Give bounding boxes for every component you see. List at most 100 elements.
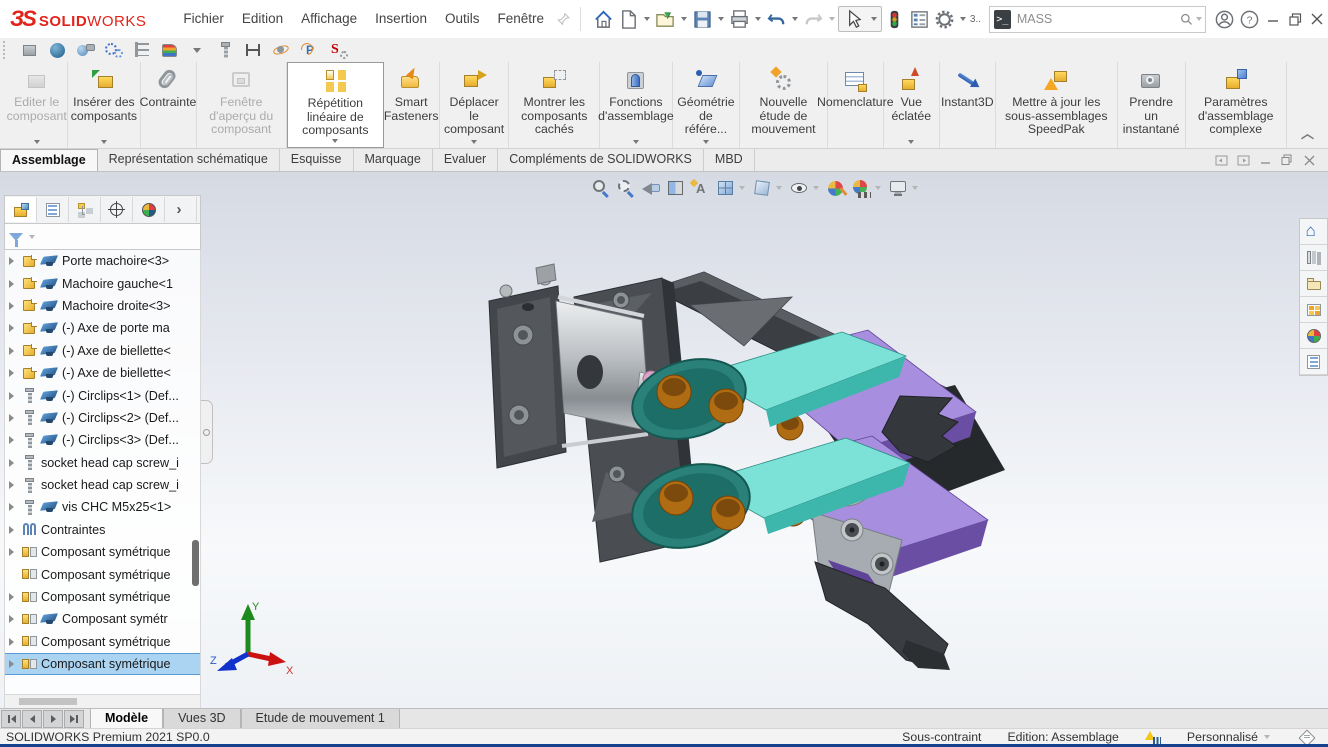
select-tool[interactable] bbox=[838, 6, 882, 32]
gears-icon[interactable] bbox=[103, 40, 125, 60]
hide-show-items-icon[interactable] bbox=[789, 178, 810, 199]
pane-left-icon[interactable] bbox=[1210, 152, 1232, 168]
expand-arrow-icon[interactable] bbox=[9, 526, 19, 534]
minimize-icon[interactable] bbox=[1262, 4, 1284, 34]
open-caret[interactable] bbox=[681, 17, 687, 21]
tree-item[interactable]: Composant symétrique bbox=[5, 631, 200, 653]
menu-item[interactable]: Fichier bbox=[174, 0, 233, 38]
command-tab[interactable]: Compléments de SOLIDWORKS bbox=[498, 149, 704, 171]
performance-warning-icon[interactable] bbox=[1145, 731, 1161, 744]
panel-splitter-handle[interactable] bbox=[201, 400, 213, 464]
ribbon-collapse-chevron[interactable]: ︿ bbox=[1287, 123, 1328, 148]
ribbon-button[interactable]: Fenêtre d'aperçu du composant bbox=[197, 62, 287, 148]
first-tab-button[interactable] bbox=[1, 710, 21, 728]
tag-icon[interactable] bbox=[1299, 731, 1314, 744]
tree-item[interactable]: (-) Circlips<3> (Def... bbox=[5, 429, 200, 451]
restore-icon[interactable] bbox=[1284, 4, 1306, 34]
ribbon-button[interactable]: Montrer les composants cachés bbox=[509, 62, 600, 148]
dropdown-caret-icon[interactable] bbox=[187, 40, 209, 60]
tree-item[interactable]: Composant symétrique bbox=[5, 563, 200, 585]
tree-item[interactable]: Composant symétrique bbox=[5, 586, 200, 608]
print-caret[interactable] bbox=[755, 17, 761, 21]
command-tab[interactable]: Assemblage bbox=[0, 149, 98, 171]
ribbon-button-caret[interactable] bbox=[332, 139, 338, 143]
doc-minimize-icon[interactable] bbox=[1254, 152, 1276, 168]
next-tab-button[interactable] bbox=[43, 710, 63, 728]
units-caret[interactable] bbox=[1264, 735, 1270, 739]
expand-arrow-icon[interactable] bbox=[9, 302, 19, 310]
ribbon-button[interactable]: Instant3D bbox=[940, 62, 996, 148]
expand-arrow-icon[interactable] bbox=[9, 414, 19, 422]
headsup-caret[interactable] bbox=[739, 186, 745, 190]
apply-scene-icon[interactable] bbox=[851, 178, 872, 199]
ribbon-button[interactable]: Déplacer le composant bbox=[440, 62, 510, 148]
document-tab[interactable]: Vues 3D bbox=[163, 709, 240, 729]
toolbar-drag-handle[interactable] bbox=[3, 41, 10, 59]
edit-appearance-icon[interactable] bbox=[826, 178, 847, 199]
headsup-caret[interactable] bbox=[776, 186, 782, 190]
headsup-caret[interactable] bbox=[912, 186, 918, 190]
screw-icon[interactable] bbox=[215, 40, 237, 60]
tree-item[interactable]: (-) Circlips<2> (Def... bbox=[5, 407, 200, 429]
component-icon[interactable] bbox=[19, 40, 41, 60]
ribbon-button[interactable]: Nomenclature bbox=[828, 62, 884, 148]
ribbon-button-caret[interactable] bbox=[908, 140, 914, 144]
annotation-visibility-icon[interactable] bbox=[690, 178, 711, 199]
expand-arrow-icon[interactable] bbox=[9, 503, 19, 511]
tree-item[interactable]: Composant symétrique bbox=[5, 653, 200, 675]
search-caret[interactable] bbox=[1196, 17, 1202, 21]
doc-restore-icon[interactable] bbox=[1276, 152, 1298, 168]
document-tab[interactable]: Modèle bbox=[90, 709, 163, 729]
ribbon-button-caret[interactable] bbox=[633, 140, 639, 144]
tree-item[interactable]: Composant symétrique bbox=[5, 541, 200, 563]
expand-arrow-icon[interactable] bbox=[9, 459, 19, 467]
magnifier-icon[interactable] bbox=[1180, 12, 1193, 27]
section-view-icon[interactable] bbox=[665, 178, 686, 199]
units-selector[interactable]: Personnalisé bbox=[1187, 730, 1273, 744]
expand-arrow-icon[interactable] bbox=[9, 280, 19, 288]
tree-item[interactable]: (-) Axe de biellette< bbox=[5, 340, 200, 362]
close-icon[interactable] bbox=[1306, 4, 1328, 34]
tree-item[interactable]: vis CHC M5x25<1> bbox=[5, 496, 200, 518]
ribbon-button-caret[interactable] bbox=[101, 140, 107, 144]
new-document-caret[interactable] bbox=[644, 17, 650, 21]
expand-arrow-icon[interactable] bbox=[9, 593, 19, 601]
sphere-icon[interactable] bbox=[47, 40, 69, 60]
expand-arrow-icon[interactable] bbox=[9, 638, 19, 646]
task-pane-tab[interactable] bbox=[1300, 245, 1327, 271]
menu-item[interactable]: Fenêtre bbox=[488, 0, 553, 38]
ribbon-button[interactable]: Insérer des composants bbox=[68, 62, 140, 148]
view-orientation-icon[interactable] bbox=[715, 178, 736, 199]
tree-item[interactable]: Porte machoire<3> bbox=[5, 250, 200, 272]
command-search-box[interactable]: >_ bbox=[989, 6, 1206, 33]
expand-arrow-icon[interactable] bbox=[9, 324, 19, 332]
orbit-icon[interactable] bbox=[271, 40, 293, 60]
print-icon[interactable] bbox=[729, 7, 750, 31]
ribbon-button[interactable]: Paramètres d'assemblage complexe bbox=[1186, 62, 1287, 148]
command-tab[interactable]: Représentation schématique bbox=[98, 149, 280, 171]
ribbon-button-caret[interactable] bbox=[703, 140, 709, 144]
previous-view-icon[interactable] bbox=[640, 178, 661, 199]
home-icon[interactable] bbox=[593, 7, 614, 31]
menu-item[interactable]: Insertion bbox=[366, 0, 436, 38]
tree-item[interactable]: (-) Axe de porte ma bbox=[5, 317, 200, 339]
tree-structure-icon[interactable] bbox=[131, 40, 153, 60]
ribbon-button[interactable]: Nouvelle étude de mouvement bbox=[740, 62, 828, 148]
ribbon-button[interactable]: Géométrie de référe... bbox=[673, 62, 740, 148]
expand-arrow-icon[interactable] bbox=[9, 660, 19, 668]
tree-item[interactable]: Composant symétr bbox=[5, 608, 200, 630]
scrollbar-thumb[interactable] bbox=[19, 698, 77, 705]
ribbon-button-caret[interactable] bbox=[34, 140, 40, 144]
options-caret[interactable] bbox=[960, 17, 966, 21]
panel-tab[interactable] bbox=[133, 197, 165, 222]
tree-item[interactable]: Machoire droite<3> bbox=[5, 295, 200, 317]
select-caret[interactable] bbox=[871, 17, 877, 21]
expand-arrow-icon[interactable] bbox=[9, 436, 19, 444]
pane-right-icon[interactable] bbox=[1232, 152, 1254, 168]
ribbon-button[interactable]: Répétition linéaire de composants bbox=[287, 62, 384, 148]
command-tab[interactable]: MBD bbox=[704, 149, 755, 171]
multibody-part-icon[interactable] bbox=[159, 40, 181, 60]
tree-filter-row[interactable] bbox=[4, 224, 201, 250]
tree-item[interactable]: socket head cap screw_i bbox=[5, 452, 200, 474]
select-arrow-icon[interactable] bbox=[842, 7, 866, 31]
